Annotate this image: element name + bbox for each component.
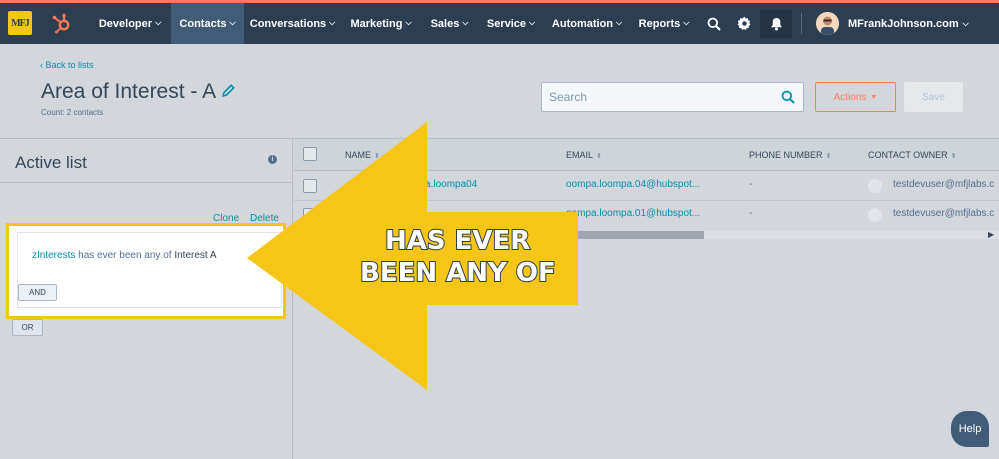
annotation-text-line1: HAS EVER <box>384 225 531 257</box>
help-button[interactable]: Help <box>951 411 989 447</box>
annotation-text-line2: BEEN ANY OF <box>359 257 557 289</box>
